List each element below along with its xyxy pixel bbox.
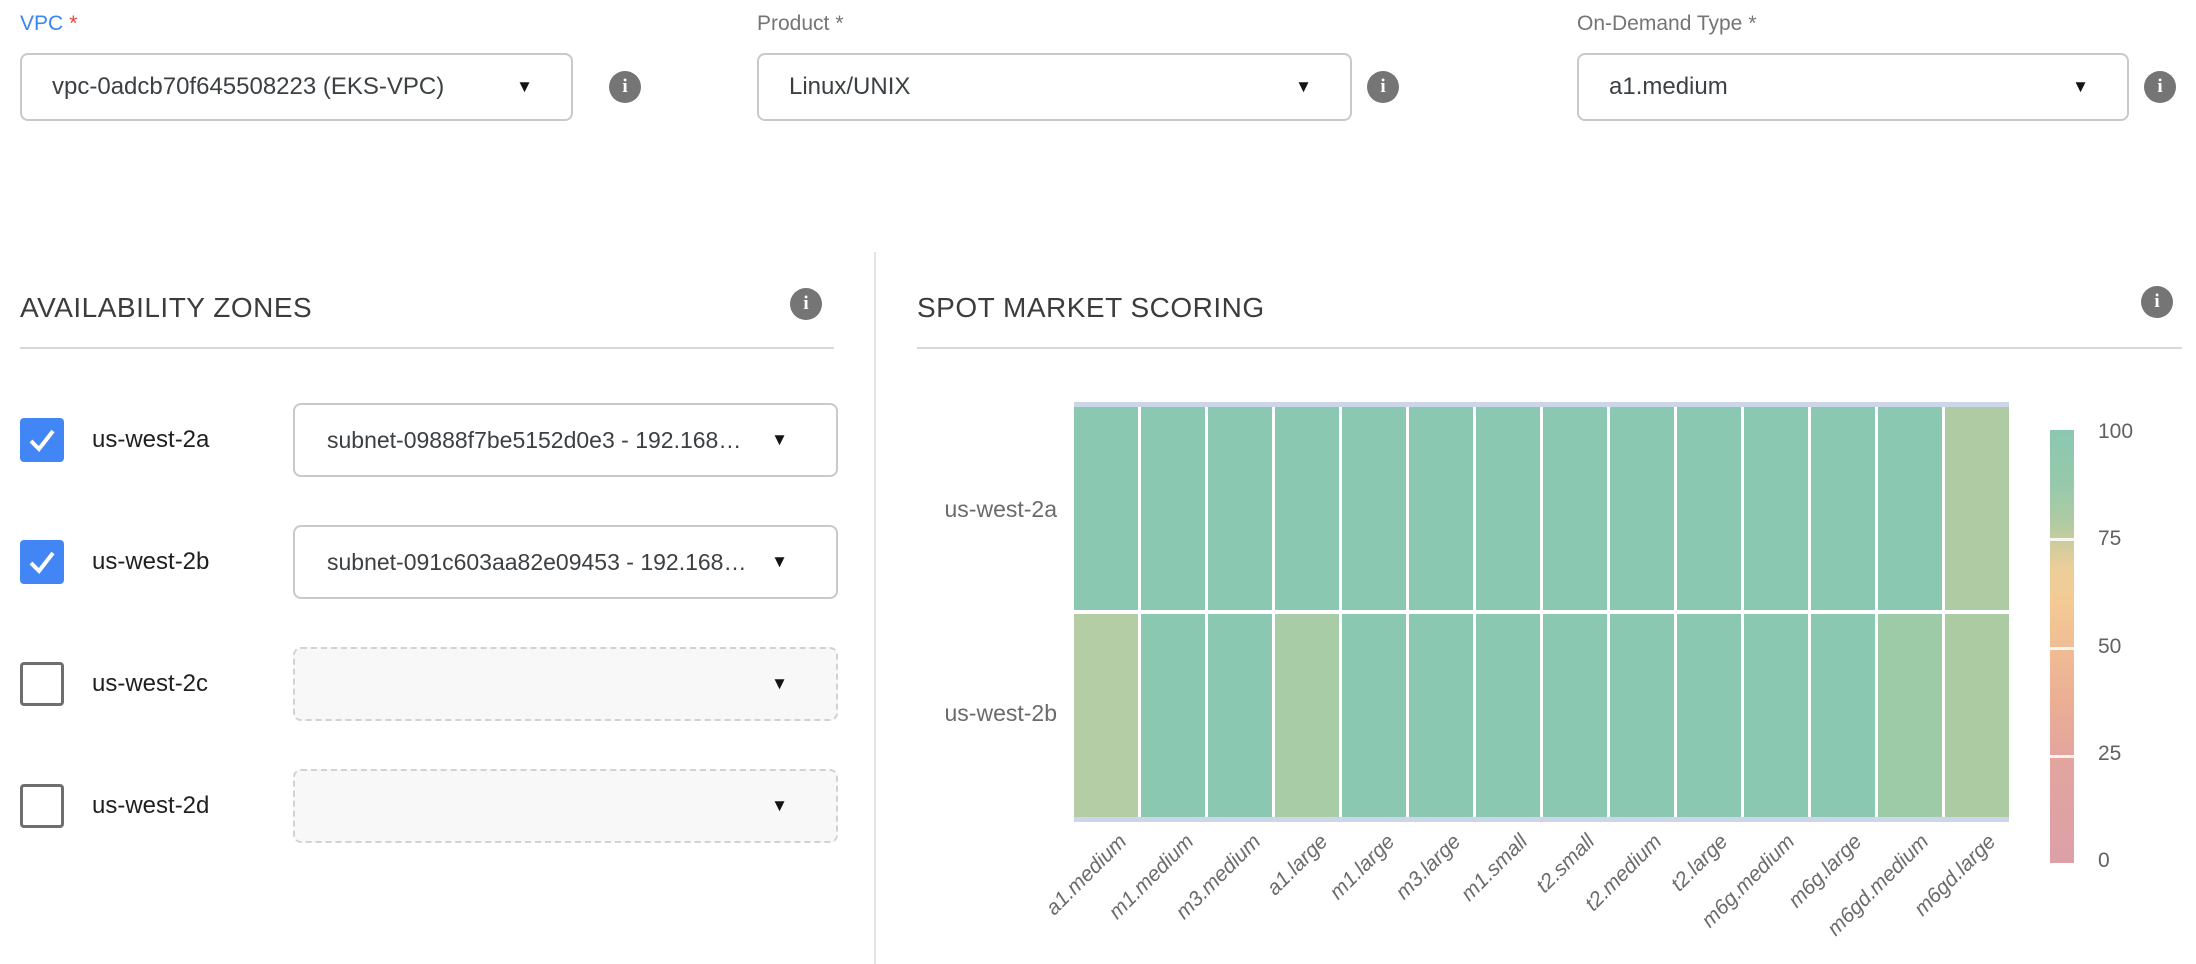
heatmap-cell: [1275, 614, 1339, 817]
heatmap-cell: [1074, 407, 1138, 610]
subnet-select-us-west-2d[interactable]: ▼: [293, 769, 838, 843]
heatmap-cell: [1342, 614, 1406, 817]
zone-label: us-west-2b: [92, 548, 209, 576]
required-asterisk: *: [1748, 12, 1756, 35]
product-select[interactable]: Linux/UNIX ▼: [757, 53, 1352, 121]
subnet-select-us-west-2a[interactable]: subnet-09888f7be5152d0e3 - 192.168… ▼: [293, 403, 838, 477]
heatmap-cell: [1744, 614, 1808, 817]
chevron-down-icon: ▼: [771, 796, 788, 816]
heatmap-cell: [1744, 407, 1808, 610]
availability-zones-title: AVAILABILITY ZONES: [20, 292, 312, 324]
heatmap-cell: [1141, 407, 1205, 610]
colorbar-separator: [2050, 647, 2074, 650]
info-icon[interactable]: i: [609, 71, 641, 103]
colorbar-tick-label: 50: [2098, 635, 2121, 659]
heatmap-column-label: m1.large: [1325, 830, 1400, 905]
heatmap-column-label: t2.small: [1532, 830, 1600, 898]
heatmap-cell: [1476, 407, 1540, 610]
info-icon[interactable]: i: [2144, 71, 2176, 103]
heatmap-cell: [1342, 407, 1406, 610]
heatmap-column-label: m1.small: [1457, 830, 1533, 906]
heatmap-cell: [1476, 614, 1540, 817]
on-demand-type-label: On-Demand Type*: [1577, 12, 1757, 36]
vpc-select-value: vpc-0adcb70f645508223 (EKS-VPC): [52, 73, 444, 101]
zone-label: us-west-2c: [92, 670, 208, 698]
zone-label: us-west-2a: [92, 426, 209, 454]
chevron-down-icon: ▼: [771, 430, 788, 450]
section-divider: [20, 347, 834, 349]
heatmap-row-label: us-west-2b: [897, 700, 1057, 727]
chevron-down-icon: ▼: [771, 552, 788, 572]
heatmap-cell: [1208, 407, 1272, 610]
vertical-section-divider: [874, 252, 876, 964]
info-icon[interactable]: i: [790, 288, 822, 320]
heatmap-cell: [1945, 407, 2009, 610]
heatmap-cell: [1275, 407, 1339, 610]
vpc-select[interactable]: vpc-0adcb70f645508223 (EKS-VPC) ▼: [20, 53, 573, 121]
heatmap-cell: [1677, 407, 1741, 610]
product-label: Product*: [757, 12, 844, 36]
checkbox-us-west-2b[interactable]: [20, 540, 64, 584]
heatmap-cell: [1141, 614, 1205, 817]
checkmark-icon: [20, 540, 64, 584]
heatmap-cell: [1610, 407, 1674, 610]
chevron-down-icon: ▼: [1295, 77, 1312, 97]
colorbar-tick-label: 0: [2098, 849, 2110, 873]
heatmap-cell: [1074, 614, 1138, 817]
on-demand-type-select[interactable]: a1.medium ▼: [1577, 53, 2129, 121]
on-demand-type-select-value: a1.medium: [1609, 73, 1728, 101]
heatmap-cell: [1610, 614, 1674, 817]
colorbar-separator: [2050, 538, 2074, 541]
heatmap-cell: [1945, 614, 2009, 817]
heatmap-column-label: m3.large: [1392, 830, 1467, 905]
colorbar-tick-label: 25: [2098, 742, 2121, 766]
checkbox-us-west-2d[interactable]: [20, 784, 64, 828]
zone-label: us-west-2d: [92, 792, 209, 820]
subnet-select-us-west-2c[interactable]: ▼: [293, 647, 838, 721]
heatmap-column-label: t2.large: [1667, 830, 1734, 897]
heatmap-row-label: us-west-2a: [897, 496, 1057, 523]
spot-market-scoring-title: SPOT MARKET SCORING: [917, 292, 1265, 324]
heatmap-cell: [1409, 614, 1473, 817]
required-asterisk: *: [835, 12, 843, 35]
chevron-down-icon: ▼: [516, 77, 533, 97]
colorbar-tick-label: 100: [2098, 420, 2133, 444]
colorbar-tick-label: 75: [2098, 527, 2121, 551]
colorbar-separator: [2050, 755, 2074, 758]
heatmap-cell: [1878, 407, 1942, 610]
checkmark-icon: [20, 418, 64, 462]
required-asterisk: *: [69, 12, 77, 35]
section-divider: [917, 347, 2182, 349]
spot-market-heatmap: [1074, 407, 2009, 817]
subnet-select-value: subnet-09888f7be5152d0e3 - 192.168…: [327, 427, 741, 454]
product-select-value: Linux/UNIX: [789, 73, 910, 101]
info-icon[interactable]: i: [1367, 71, 1399, 103]
heatmap-cell: [1543, 407, 1607, 610]
subnet-select-value: subnet-091c603aa82e09453 - 192.168…: [327, 549, 746, 576]
heatmap-bottom-edge: [1074, 817, 2009, 822]
vpc-label: VPC*: [20, 12, 77, 36]
info-icon[interactable]: i: [2141, 286, 2173, 318]
checkbox-us-west-2a[interactable]: [20, 418, 64, 462]
heatmap-cell: [1208, 614, 1272, 817]
chevron-down-icon: ▼: [2072, 77, 2089, 97]
heatmap-cell: [1811, 407, 1875, 610]
heatmap-column-label: a1.large: [1262, 830, 1333, 901]
heatmap-cell: [1677, 614, 1741, 817]
heatmap-cell: [1878, 614, 1942, 817]
subnet-select-us-west-2b[interactable]: subnet-091c603aa82e09453 - 192.168… ▼: [293, 525, 838, 599]
heatmap-cell: [1409, 407, 1473, 610]
checkbox-us-west-2c[interactable]: [20, 662, 64, 706]
heatmap-cell: [1543, 614, 1607, 817]
chevron-down-icon: ▼: [771, 674, 788, 694]
heatmap-cell: [1811, 614, 1875, 817]
